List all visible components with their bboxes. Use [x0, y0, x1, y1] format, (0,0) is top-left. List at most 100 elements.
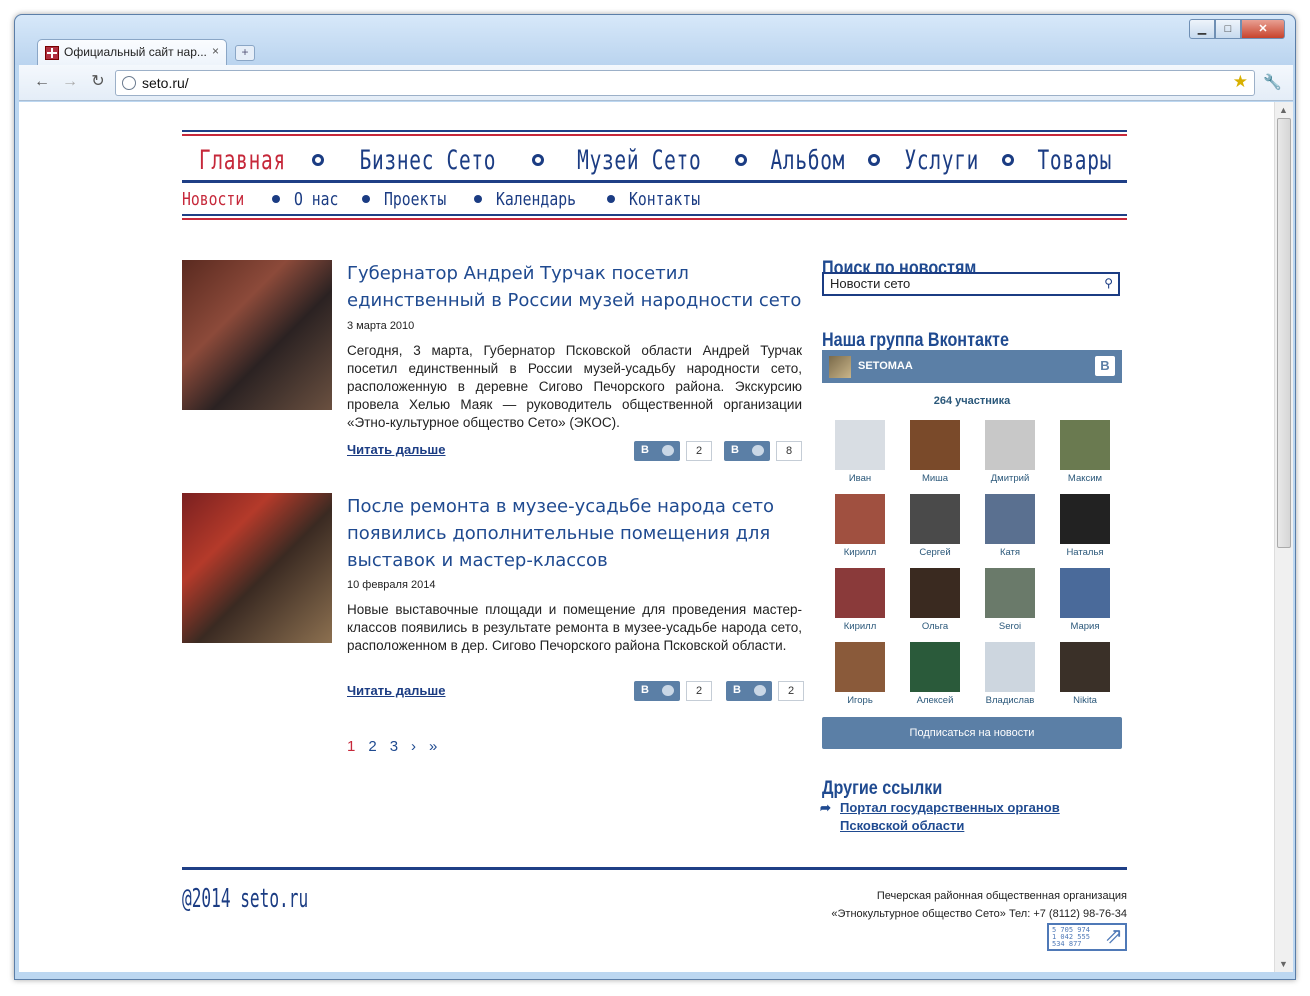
- scroll-up-icon[interactable]: ▲: [1279, 105, 1288, 115]
- subscribe-button[interactable]: Подписаться на новости: [822, 717, 1122, 749]
- vk-member[interactable]: Максим: [1054, 420, 1116, 484]
- page-viewport: Главная Бизнес Сето Музей Сето Альбом Ус…: [19, 102, 1274, 972]
- nav-main-services[interactable]: Услуги: [904, 145, 979, 176]
- scroll-down-icon[interactable]: ▼: [1279, 959, 1288, 969]
- article-title[interactable]: После ремонта в музее-усадьбе народа сет…: [347, 493, 802, 574]
- page-2-link[interactable]: 2: [368, 738, 376, 755]
- bookmark-star-icon[interactable]: ★: [1233, 72, 1248, 92]
- page-content: Главная Бизнес Сето Музей Сето Альбом Ус…: [182, 102, 1127, 972]
- member-avatar: [910, 494, 960, 544]
- vertical-scrollbar[interactable]: ▲ ▼: [1274, 102, 1293, 972]
- vk-member[interactable]: Сергей: [904, 494, 966, 558]
- vk-member[interactable]: Nikita: [1054, 642, 1116, 706]
- vk-letter: В: [733, 684, 741, 696]
- close-window-button[interactable]: ✕: [1241, 19, 1285, 39]
- vk-member[interactable]: Миша: [904, 420, 966, 484]
- article-photo[interactable]: [182, 493, 332, 643]
- vk-group-title: Наша группа Вконтакте: [822, 330, 1009, 351]
- back-button[interactable]: ←: [31, 73, 53, 93]
- nav-main-home[interactable]: Главная: [199, 145, 286, 176]
- vk-like-button[interactable]: В8: [724, 441, 802, 461]
- tab-close-icon[interactable]: ×: [212, 44, 219, 58]
- nav-sub-news[interactable]: Новости: [182, 189, 244, 210]
- footer-org-line-1: Печерская районная общественная организа…: [876, 890, 1127, 902]
- vk-member[interactable]: Игорь: [829, 642, 891, 706]
- reload-button[interactable]: ↻: [87, 73, 109, 93]
- nav-main-album[interactable]: Альбом: [770, 145, 845, 176]
- nav-main-goods[interactable]: Товары: [1038, 145, 1113, 176]
- member-avatar: [1060, 568, 1110, 618]
- nav-separator: [271, 195, 280, 203]
- nav-separator: [734, 154, 747, 166]
- member-avatar: [1060, 642, 1110, 692]
- member-avatar: [985, 642, 1035, 692]
- vk-member[interactable]: Кирилл: [829, 568, 891, 632]
- vk-member[interactable]: Катя: [979, 494, 1041, 558]
- group-avatar: [829, 356, 851, 378]
- member-avatar: [985, 568, 1035, 618]
- vk-member[interactable]: Иван: [829, 420, 891, 484]
- vk-member[interactable]: Ольга: [904, 568, 966, 632]
- member-avatar: [835, 642, 885, 692]
- member-name: Миша: [921, 473, 949, 484]
- vk-like-button[interactable]: В2: [726, 681, 804, 701]
- nav-separator: [531, 154, 544, 166]
- scrollbar-thumb[interactable]: [1277, 118, 1291, 548]
- maximize-button[interactable]: □: [1215, 19, 1241, 39]
- vk-letter: В: [731, 444, 739, 456]
- nav-sub-about[interactable]: О нас: [294, 189, 338, 210]
- page-3-link[interactable]: 3: [390, 738, 398, 755]
- member-name: Дмитрий: [990, 473, 1030, 484]
- arrow-icon: ➦: [820, 800, 831, 815]
- tab-title: Официальный сайт нар...: [64, 45, 207, 59]
- read-more-link[interactable]: Читать дальше: [347, 442, 446, 457]
- comment-icon: [662, 445, 674, 456]
- news-search-input[interactable]: Новости сето ⚲: [822, 272, 1120, 296]
- comment-icon: [662, 685, 674, 696]
- link-line-2: Псковской области: [840, 818, 965, 833]
- nav-main-museum[interactable]: Музей Сето: [577, 145, 701, 176]
- vk-member[interactable]: Мария: [1054, 568, 1116, 632]
- article-date: 10 февраля 2014: [347, 579, 436, 591]
- browser-tab[interactable]: Официальный сайт нар... ×: [37, 39, 227, 65]
- nav-sub-calendar[interactable]: Календарь: [496, 189, 576, 210]
- title-bar: Официальный сайт нар... × + ▁ □ ✕: [15, 15, 1295, 65]
- heart-icon: [754, 685, 766, 696]
- page-1-link[interactable]: 1: [347, 738, 355, 755]
- vk-member[interactable]: Дмитрий: [979, 420, 1041, 484]
- vk-member[interactable]: Владислав: [979, 642, 1041, 706]
- nav-sub-projects[interactable]: Проекты: [384, 189, 446, 210]
- wrench-menu-icon[interactable]: 🔧: [1263, 73, 1282, 91]
- visit-counter[interactable]: 5 705 974 1 042 555 534 877 ⇗: [1047, 923, 1127, 951]
- gov-portal-link[interactable]: ➦ Портал государственных органов Псковск…: [820, 799, 1060, 835]
- search-icon[interactable]: ⚲: [1104, 276, 1113, 290]
- member-name: Seroi: [998, 621, 1022, 632]
- article-title[interactable]: Губернатор Андрей Турчак посетил единств…: [347, 260, 802, 314]
- vk-member[interactable]: Наталья: [1054, 494, 1116, 558]
- member-name: Максим: [1067, 473, 1103, 484]
- vk-comment-button[interactable]: В2: [634, 441, 712, 461]
- read-more-link[interactable]: Читать дальше: [347, 683, 446, 698]
- member-name: Nikita: [1073, 695, 1097, 706]
- article-photo[interactable]: [182, 260, 332, 410]
- forward-button[interactable]: →: [59, 73, 81, 93]
- member-name: Кирилл: [843, 547, 877, 558]
- address-bar[interactable]: seto.ru/ ★: [115, 70, 1255, 96]
- vk-member[interactable]: Алексей: [904, 642, 966, 706]
- nav-sub-contacts[interactable]: Контакты: [629, 189, 700, 210]
- member-avatar: [835, 568, 885, 618]
- vk-comment-button[interactable]: В2: [634, 681, 712, 701]
- last-page-link[interactable]: »: [429, 738, 437, 755]
- vk-member[interactable]: Seroi: [979, 568, 1041, 632]
- vk-member[interactable]: Кирилл: [829, 494, 891, 558]
- vk-member-count: 264 участника: [933, 395, 1011, 407]
- comment-count: 2: [686, 681, 712, 701]
- nav-main-business[interactable]: Бизнес Сето: [360, 145, 497, 176]
- member-name: Сергей: [919, 547, 951, 558]
- like-count: 8: [776, 441, 802, 461]
- minimize-button[interactable]: ▁: [1189, 19, 1215, 39]
- pagination: 1 2 3 › »: [347, 738, 437, 755]
- next-page-link[interactable]: ›: [411, 738, 416, 755]
- vk-widget-header[interactable]: SETOMAA В: [822, 350, 1122, 383]
- new-tab-button[interactable]: +: [235, 45, 255, 61]
